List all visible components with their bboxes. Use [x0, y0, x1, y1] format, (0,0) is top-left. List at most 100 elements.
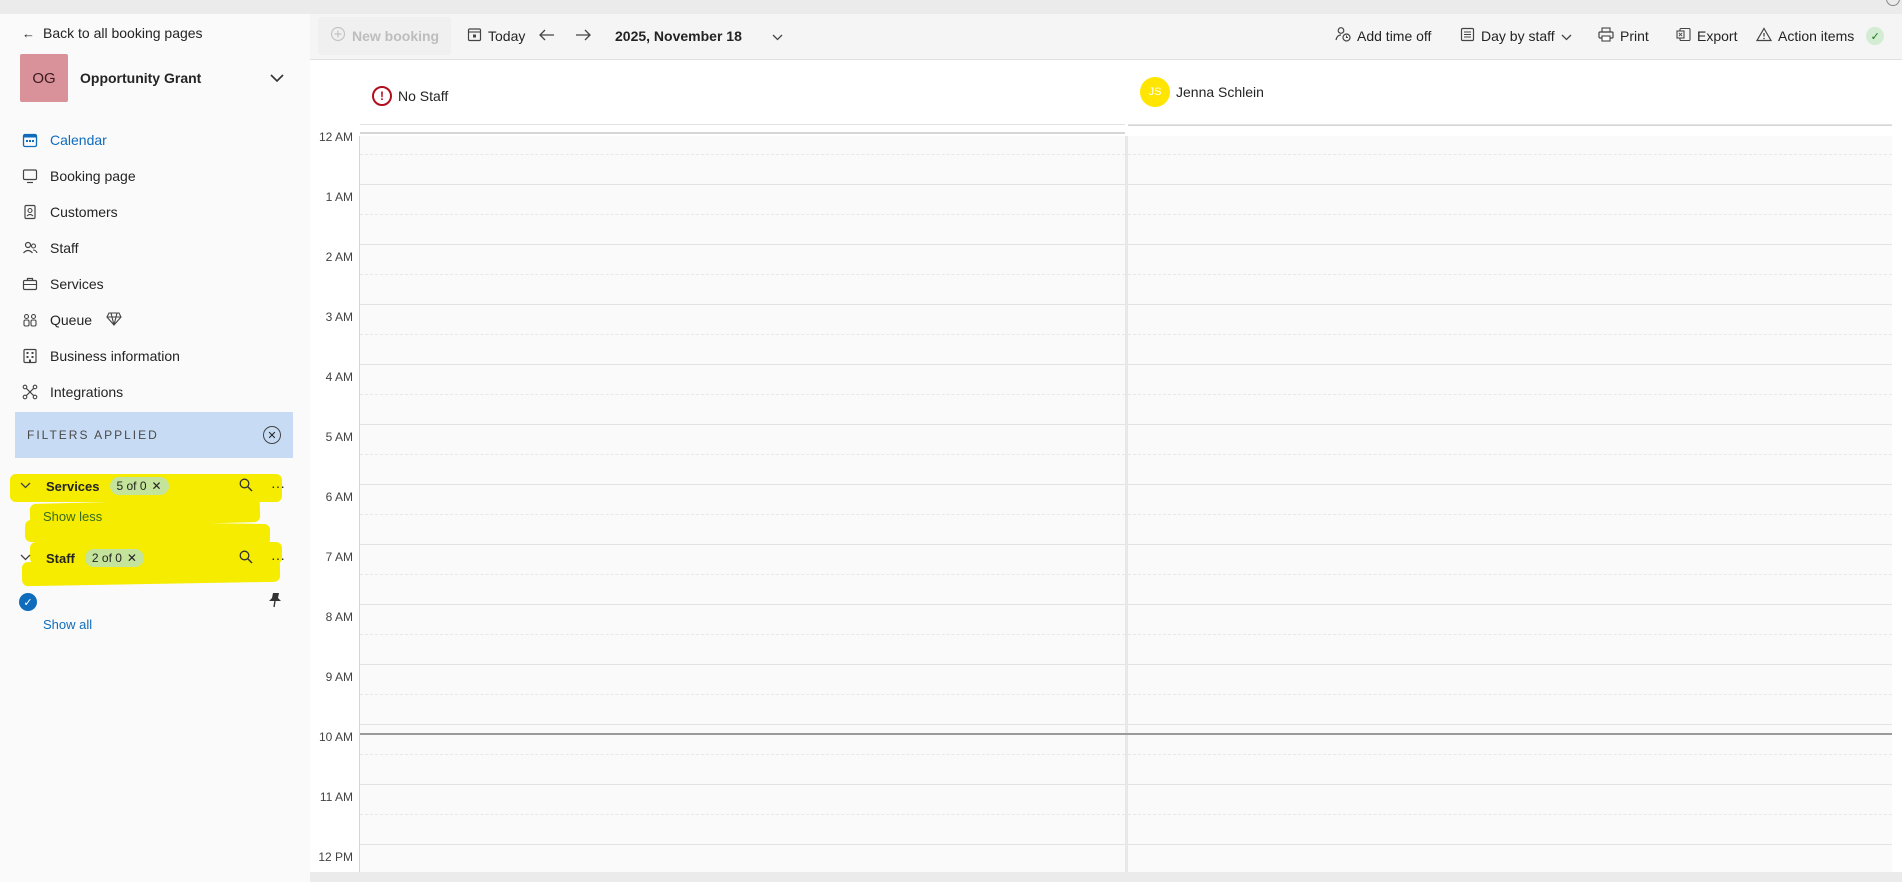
sidebar-item-staff[interactable]: Staff	[20, 230, 290, 266]
monitor-icon	[20, 166, 40, 186]
sidebar-item-calendar[interactable]: Calendar	[20, 122, 290, 158]
error-circle-icon: !	[372, 86, 392, 106]
pin-icon[interactable]	[268, 592, 282, 611]
back-link-label: Back to all booking pages	[43, 25, 203, 41]
export-label: Export	[1697, 28, 1738, 44]
half-hour-line	[1128, 454, 1892, 455]
day-column-no-staff[interactable]	[360, 136, 1125, 882]
search-icon[interactable]	[236, 478, 256, 495]
print-label: Print	[1620, 28, 1649, 44]
chevron-down-icon[interactable]	[269, 70, 285, 86]
hour-line	[360, 424, 1125, 425]
sidebar-item-services[interactable]: Services	[20, 266, 290, 302]
view-label: Day by staff	[1481, 28, 1555, 44]
hour-label: 7 AM	[325, 550, 353, 564]
hour-line	[360, 304, 1125, 305]
day-column-jenna-schlein[interactable]	[1128, 136, 1892, 882]
time-grid: 12 AM 1 AM 2 AM 3 AM 4 AM 5 AM 6 AM 7 AM 8 AM 9 A…	[310, 124, 1902, 882]
hour-line	[1128, 184, 1892, 185]
half-hour-line	[360, 274, 1125, 275]
half-hour-line	[360, 154, 1125, 155]
printer-icon	[1598, 26, 1614, 46]
back-arrow-icon: ←	[22, 25, 35, 41]
sidebar-item-integrations[interactable]: Integrations	[20, 374, 290, 410]
chevron-down-icon[interactable]	[20, 552, 32, 564]
add-time-off-label: Add time off	[1357, 28, 1432, 44]
half-hour-line	[1128, 694, 1892, 695]
person-clock-icon	[1335, 26, 1351, 46]
action-items-label: Action items	[1778, 28, 1855, 44]
sidebar-item-business-information[interactable]: Business information	[20, 338, 290, 374]
add-circle-icon	[330, 26, 346, 46]
excel-icon	[1676, 27, 1691, 46]
half-hour-line	[1128, 634, 1892, 635]
hour-line	[360, 664, 1125, 665]
new-booking-button[interactable]: New booking	[318, 17, 452, 55]
sidebar-item-booking-page[interactable]: Booking page	[20, 158, 290, 194]
hour-label: 12 AM	[318, 130, 353, 144]
staff-filter-row: Staff 2 of 0 ✕ ···	[20, 546, 288, 570]
half-hour-line	[360, 214, 1125, 215]
hour-line	[1128, 364, 1892, 365]
back-to-booking-pages-link[interactable]: ← Back to all booking pages	[22, 25, 203, 41]
hour-line	[360, 604, 1125, 605]
staff-filter-pill[interactable]: 2 of 0 ✕	[84, 549, 144, 567]
search-icon[interactable]	[236, 550, 256, 567]
half-hour-line	[1128, 154, 1892, 155]
sidebar-item-queue[interactable]: Queue	[20, 302, 290, 338]
services-filter-pill[interactable]: 5 of 0 ✕	[109, 477, 169, 495]
add-time-off-button[interactable]: Add time off	[1335, 14, 1431, 58]
hour-line	[1128, 124, 1892, 125]
filters-applied-bar: FILTERS APPLIED ✕	[15, 412, 293, 458]
business-avatar: OG	[20, 54, 68, 102]
hour-line	[360, 484, 1125, 485]
half-hour-line	[360, 694, 1125, 695]
next-day-button[interactable]	[575, 14, 591, 58]
window-top-strip	[0, 0, 1902, 14]
more-options-icon[interactable]: ···	[268, 550, 288, 566]
staff-checkbox-checked-icon[interactable]: ✓	[19, 593, 37, 611]
business-selector[interactable]: OG Opportunity Grant	[20, 54, 285, 102]
hour-line	[1128, 304, 1892, 305]
half-hour-line	[1128, 514, 1892, 515]
date-picker-button[interactable]: 2025, November 18	[615, 14, 783, 58]
chevron-down-icon	[1561, 28, 1572, 44]
sidebar-item-label: Staff	[50, 240, 79, 256]
hour-label: 12 PM	[318, 850, 353, 864]
column-header-staff[interactable]: JS Jenna Schlein	[1128, 60, 1892, 126]
hour-line	[1128, 604, 1892, 605]
show-less-link[interactable]: Show less	[43, 509, 102, 524]
hour-line	[1128, 544, 1892, 545]
close-icon[interactable]: ✕	[152, 479, 162, 493]
sidebar-item-label: Booking page	[50, 168, 136, 184]
hour-label: 3 AM	[325, 310, 353, 324]
hour-line	[360, 244, 1125, 245]
show-all-link[interactable]: Show all	[43, 617, 92, 632]
hour-line	[1128, 484, 1892, 485]
sidebar-item-label: Queue	[50, 312, 93, 328]
hour-line	[360, 784, 1125, 785]
hour-label: 4 AM	[325, 370, 353, 384]
close-icon[interactable]: ✕	[127, 551, 137, 565]
staff-filter-title: Staff	[46, 550, 75, 566]
view-selector-button[interactable]: Day by staff	[1460, 14, 1572, 58]
sidebar-nav: Calendar Booking page Customers Staff Se…	[20, 122, 290, 410]
action-items-button[interactable]: Action items ✓	[1755, 14, 1885, 58]
sidebar-item-customers[interactable]: Customers	[20, 194, 290, 230]
briefcase-icon	[20, 274, 40, 294]
contact-card-icon	[20, 202, 40, 222]
clear-filters-icon[interactable]: ✕	[263, 426, 281, 444]
export-button[interactable]: Export	[1676, 14, 1737, 58]
today-button[interactable]: Today	[467, 14, 525, 58]
hour-line	[1128, 724, 1892, 725]
more-options-icon[interactable]: ···	[268, 478, 288, 494]
new-booking-label: New booking	[352, 28, 440, 44]
half-hour-line	[1128, 394, 1892, 395]
print-button[interactable]: Print	[1598, 14, 1649, 58]
previous-day-button[interactable]	[539, 14, 555, 58]
arrow-right-icon	[575, 28, 591, 44]
calendar-today-icon	[467, 27, 482, 46]
chevron-down-icon[interactable]	[20, 480, 32, 492]
hour-line	[1128, 664, 1892, 665]
sidebar-item-label: Business information	[50, 348, 180, 364]
